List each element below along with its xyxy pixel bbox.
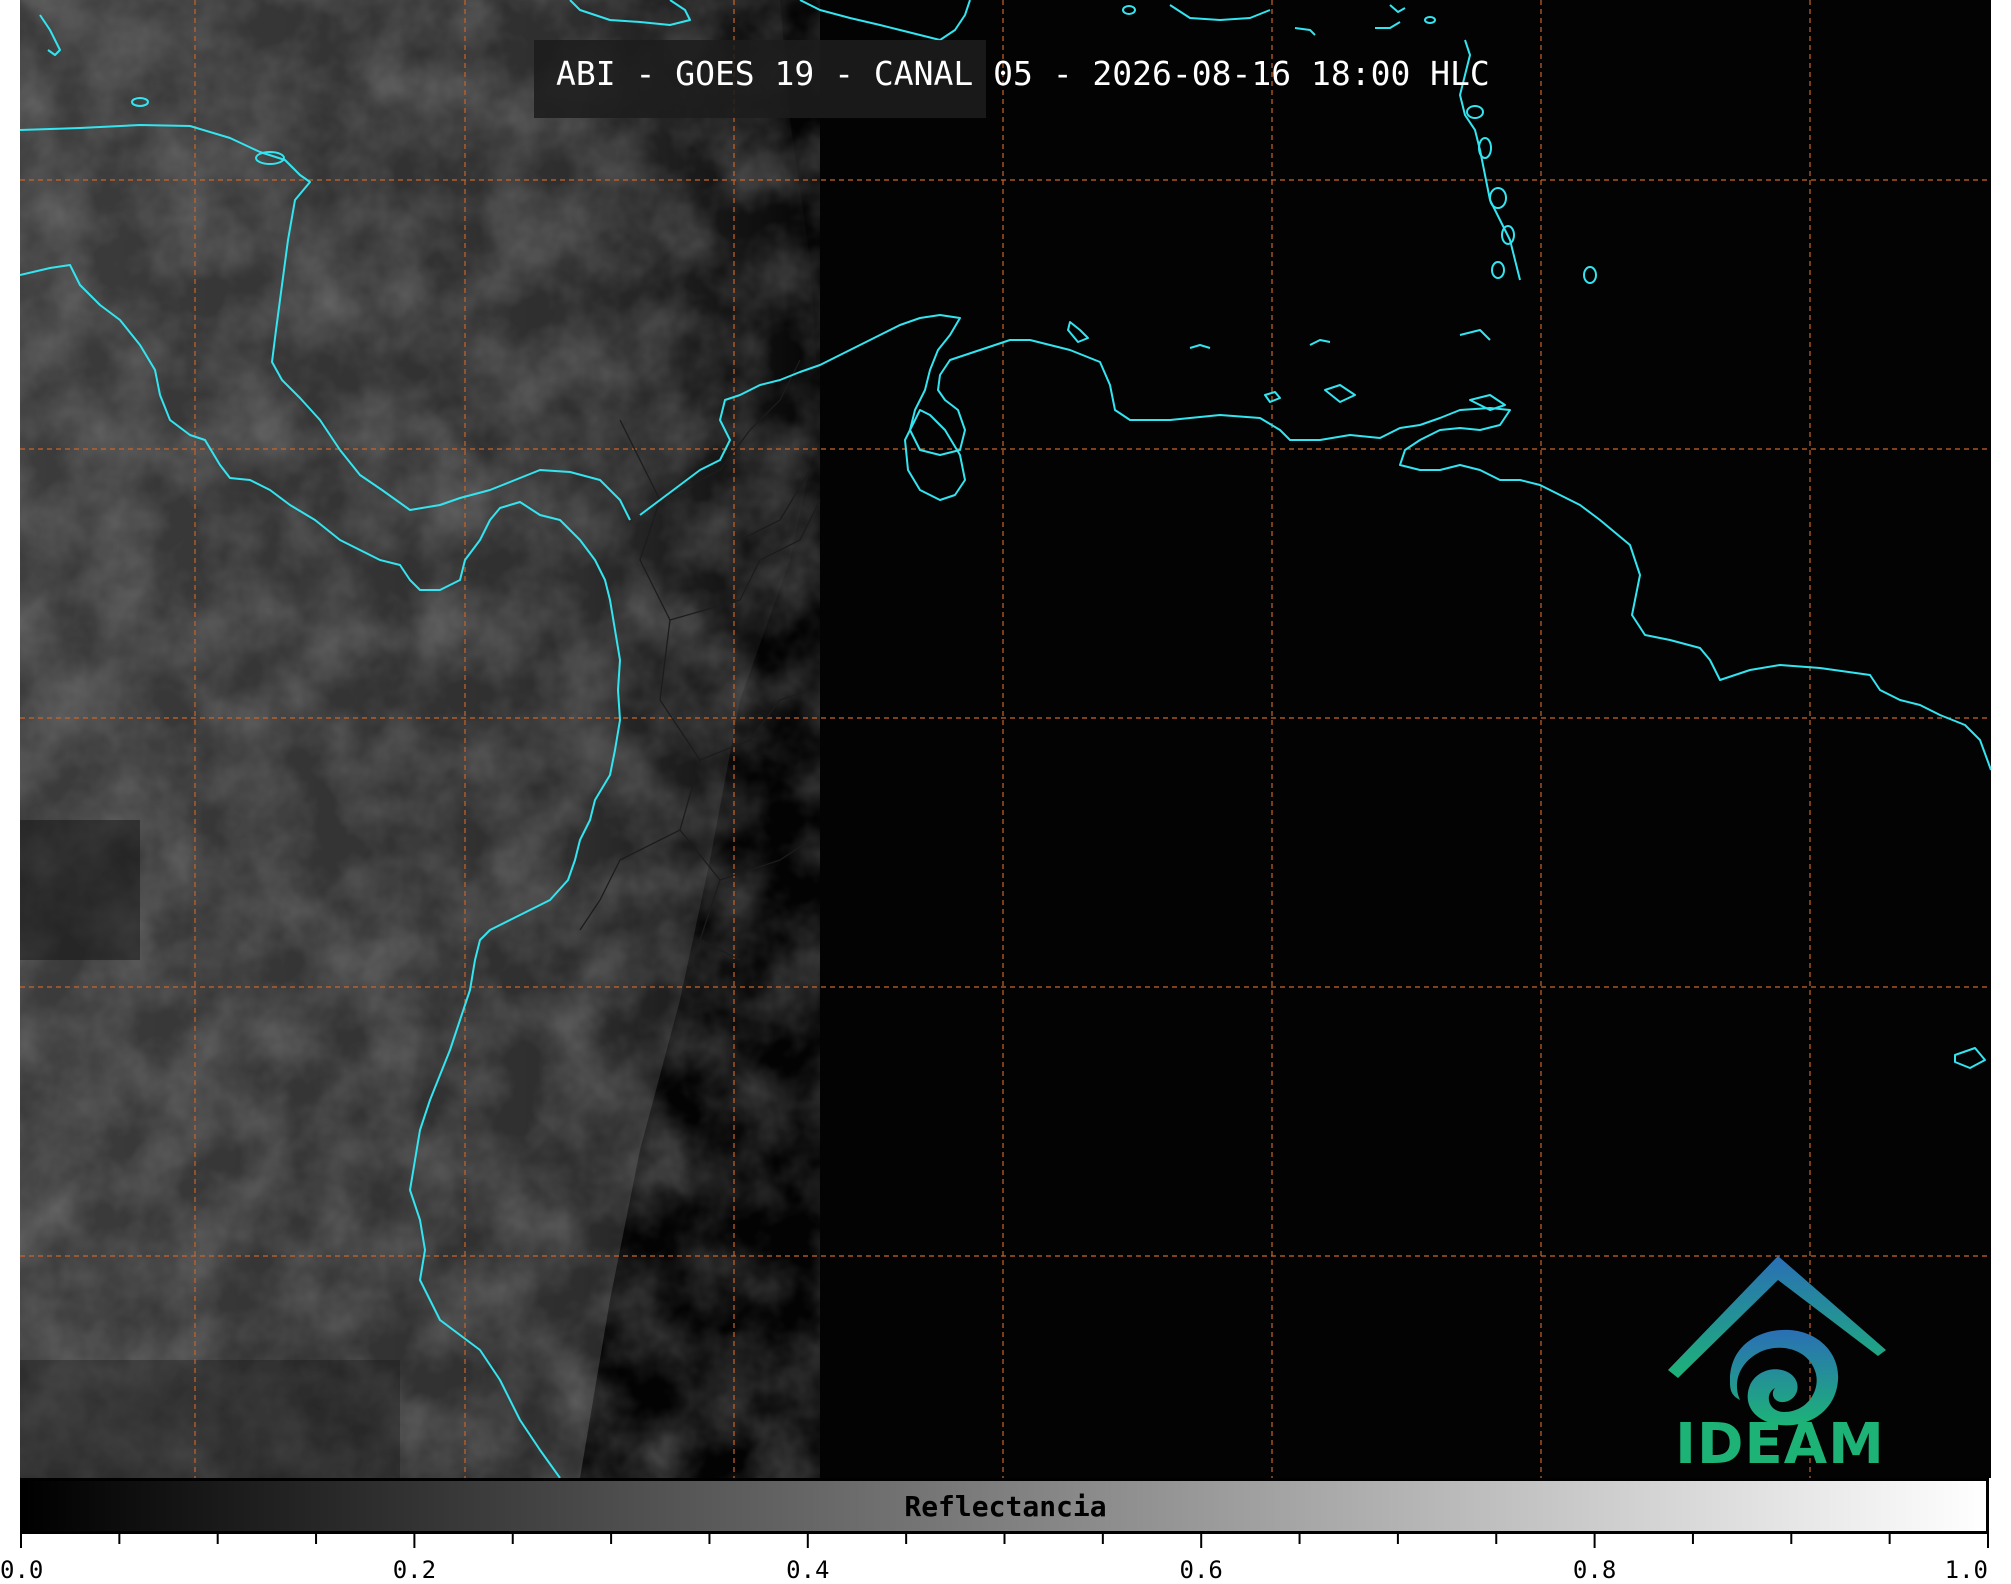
- colorbar-tick-label: 0.2: [392, 1556, 437, 1584]
- colorbar-tick-label: 0.0: [0, 1556, 44, 1584]
- colorbar-tick-label: 0.4: [786, 1556, 830, 1584]
- colorbar-tick-label: 0.6: [1179, 1556, 1223, 1584]
- map-title: ABI - GOES 19 - CANAL 05 - 2026-08-16 18…: [556, 54, 1490, 93]
- colorbar-tick-label: 0.8: [1572, 1556, 1617, 1584]
- colorbar-label: Reflectancia: [904, 1490, 1107, 1523]
- logo-wordmark: IDEAM: [1675, 1412, 1885, 1477]
- colorbar-tick-label: 1.0: [1944, 1556, 1988, 1584]
- colorbar-ticks: [20, 1534, 1989, 1548]
